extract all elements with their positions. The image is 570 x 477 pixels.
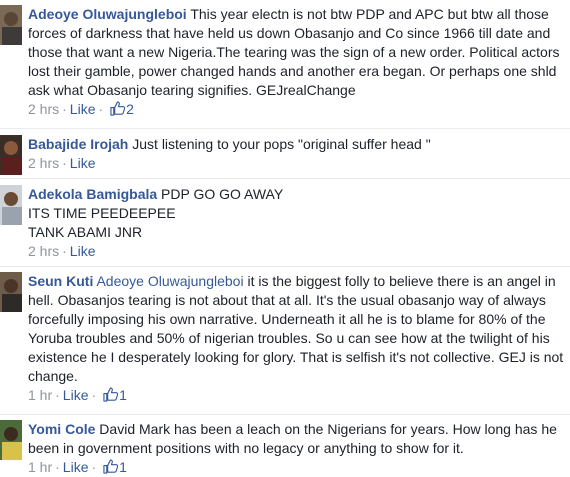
comment-author[interactable]: Adekola Bamigbala — [28, 186, 157, 202]
comment-timestamp[interactable]: 1 hr — [28, 459, 52, 475]
comment: Yomi Cole David Mark has been a leach on… — [0, 414, 570, 475]
comment-text: PDP GO GO AWAY — [157, 186, 284, 202]
comment-meta: 2 hrs · Like — [28, 242, 566, 261]
comment: Babajide Irojah Just listening to your p… — [0, 128, 570, 179]
like-button[interactable]: Like — [70, 243, 96, 259]
separator: · — [91, 387, 97, 403]
avatar[interactable] — [0, 135, 22, 175]
thumbs-up-icon[interactable] — [103, 459, 119, 474]
separator: · — [55, 387, 60, 403]
like-button[interactable]: Like — [70, 155, 96, 171]
comment-text-line: ITS TIME PEEDEEPEE — [28, 205, 176, 221]
comment-meta: 2 hrs · Like · 2 — [28, 100, 566, 119]
comment-timestamp[interactable]: 2 hrs — [28, 243, 59, 259]
separator: · — [55, 459, 60, 475]
avatar[interactable] — [0, 420, 22, 460]
comment-meta: 1 hr · Like · 1 — [28, 458, 566, 477]
comment-timestamp[interactable]: 2 hrs — [28, 155, 59, 171]
avatar[interactable] — [0, 272, 22, 312]
comment-author[interactable]: Seun Kuti — [28, 273, 93, 289]
like-count[interactable]: 2 — [126, 101, 134, 117]
comment-text-line: TANK ABAMI JNR — [28, 224, 143, 240]
comment-text: David Mark has been a leach on the Niger… — [28, 421, 557, 456]
separator: · — [98, 101, 104, 117]
comment-meta: 2 hrs · Like — [28, 154, 566, 173]
separator: · — [62, 155, 67, 171]
like-button[interactable]: Like — [63, 459, 89, 475]
like-count[interactable]: 1 — [119, 459, 127, 475]
avatar[interactable] — [0, 185, 22, 225]
like-button[interactable]: Like — [63, 387, 89, 403]
thumbs-up-icon[interactable] — [110, 101, 126, 116]
like-count[interactable]: 1 — [119, 387, 127, 403]
comment-meta: 1 hr · Like · 1 — [28, 386, 566, 405]
separator: · — [62, 101, 67, 117]
avatar[interactable] — [0, 5, 22, 45]
comment-author[interactable]: Yomi Cole — [28, 421, 95, 437]
comment-timestamp[interactable]: 2 hrs — [28, 101, 59, 117]
comment: Adekola Bamigbala PDP GO GO AWAY ITS TIM… — [0, 178, 570, 267]
comment-text: it is the biggest folly to believe there… — [28, 273, 564, 384]
thumbs-up-icon[interactable] — [103, 387, 119, 402]
separator: · — [62, 243, 67, 259]
comment-mention[interactable]: Adeoye Oluwajungleboi — [96, 273, 243, 289]
comment-author[interactable]: Adeoye Oluwajungleboi — [28, 6, 187, 22]
comment-author[interactable]: Babajide Irojah — [28, 136, 128, 152]
comment-text: Just listening to your pops "original su… — [128, 136, 431, 152]
like-button[interactable]: Like — [70, 101, 96, 117]
comment: Seun Kuti Adeoye Oluwajungleboi it is th… — [0, 266, 570, 415]
comment-timestamp[interactable]: 1 hr — [28, 387, 52, 403]
comment: Adeoye Oluwajungleboi This year electn i… — [0, 0, 570, 128]
separator: · — [91, 459, 97, 475]
